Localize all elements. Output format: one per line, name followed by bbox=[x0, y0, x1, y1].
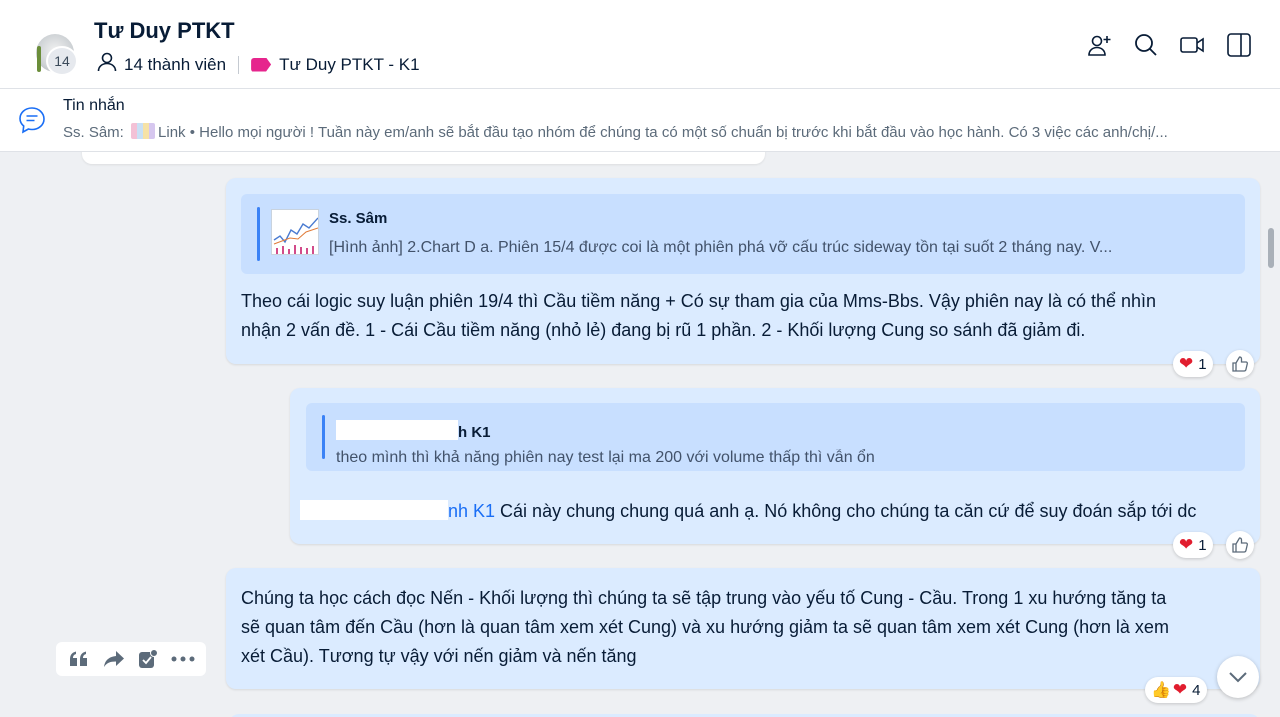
chevron-down-icon bbox=[1229, 672, 1247, 683]
create-task-icon[interactable] bbox=[135, 646, 161, 672]
message-text-line: Theo cái logic suy luận phiên 19/4 thì C… bbox=[241, 291, 1157, 311]
member-icon bbox=[96, 52, 124, 77]
sticker-icon bbox=[131, 123, 156, 139]
avatar-member-count: 14 bbox=[46, 46, 78, 76]
like-button[interactable] bbox=[1226, 350, 1254, 378]
message-text-line: xét Cầu). Tương tự vậy với nến giảm và n… bbox=[241, 646, 637, 666]
forward-icon[interactable] bbox=[101, 646, 127, 672]
quote-accent-bar bbox=[322, 415, 325, 459]
reaction-summary[interactable]: ❤ 1 bbox=[1173, 532, 1213, 558]
quote-sender-suffix: h K1 bbox=[458, 424, 491, 441]
divider bbox=[238, 55, 240, 74]
quote-sender: h K1 bbox=[336, 420, 491, 441]
search-icon[interactable] bbox=[1133, 32, 1159, 58]
message-action-bar bbox=[56, 642, 206, 676]
quote-text: theo mình thì khả năng phiên nay test lạ… bbox=[336, 449, 875, 466]
thumbs-up-icon bbox=[1232, 537, 1248, 553]
reaction-summary[interactable]: 👍 ❤ 4 bbox=[1145, 677, 1207, 703]
mention-link[interactable]: nh K1 bbox=[300, 500, 496, 521]
tag-icon bbox=[251, 57, 272, 72]
message-text: Cái này chung chung quá anh ạ. Nó không … bbox=[495, 501, 1197, 521]
message-text-line: sẽ quan tâm đến Cầu (hơn là quan tâm xem… bbox=[241, 617, 1169, 637]
message-bubble[interactable]: h K1 theo mình thì khả năng phiên nay te… bbox=[290, 388, 1260, 544]
pinned-title: Tin nhắn bbox=[63, 97, 125, 114]
quote-reply-icon[interactable] bbox=[66, 646, 92, 672]
video-call-icon[interactable] bbox=[1179, 32, 1205, 58]
thumbs-up-icon bbox=[1232, 356, 1248, 372]
quote-image-thumbnail bbox=[271, 209, 319, 255]
quoted-message[interactable]: Ss. Sâm [Hình ảnh] 2.Chart D a. Phiên 15… bbox=[241, 194, 1245, 274]
thumbs-up-reaction-icon: 👍 bbox=[1151, 682, 1171, 699]
pinned-message-bar[interactable]: Tin nhắn Ss. Sâm: Link • Hello mọi người… bbox=[0, 89, 1280, 152]
scrollbar-thumb[interactable] bbox=[1268, 228, 1274, 268]
group-title[interactable]: Tư Duy PTKT bbox=[94, 18, 235, 44]
message-text-line: Chúng ta học cách đọc Nến - Khối lượng t… bbox=[241, 588, 1167, 608]
previous-message-bubble bbox=[82, 152, 765, 164]
reaction-count: 1 bbox=[1198, 536, 1207, 554]
message-text-line: nh K1 Cái này chung chung quá anh ạ. Nó … bbox=[300, 497, 1196, 526]
chat-header: 14 Tư Duy PTKT 14 thành viên Tư Duy PTKT… bbox=[0, 0, 1280, 89]
scroll-to-bottom-button[interactable] bbox=[1217, 656, 1259, 698]
more-options-icon[interactable] bbox=[170, 646, 196, 672]
quote-sender: Ss. Sâm bbox=[329, 210, 388, 227]
pinned-text: Hello mọi người ! Tuần này em/anh sẽ bắt… bbox=[199, 124, 1168, 141]
message-bubble[interactable]: Chúng ta học cách đọc Nến - Khối lượng t… bbox=[226, 568, 1260, 689]
tag-label: Tư Duy PTKT - K1 bbox=[279, 54, 420, 74]
redacted-name bbox=[300, 500, 448, 520]
message-bubble[interactable]: Ss. Sâm [Hình ảnh] 2.Chart D a. Phiên 15… bbox=[226, 178, 1260, 364]
pinned-link-label: Link bbox=[158, 124, 186, 141]
quote-text: [Hình ảnh] 2.Chart D a. Phiên 15/4 được … bbox=[329, 239, 1113, 256]
quoted-message[interactable]: h K1 theo mình thì khả năng phiên nay te… bbox=[306, 403, 1245, 471]
group-avatar[interactable]: 14 bbox=[32, 34, 78, 80]
like-button[interactable] bbox=[1226, 531, 1254, 559]
message-text-line: nhận 2 vấn đề. 1 - Cái Cầu tiềm năng (nh… bbox=[241, 320, 1086, 340]
reaction-count: 1 bbox=[1198, 355, 1207, 373]
add-member-icon[interactable] bbox=[1087, 32, 1113, 58]
heart-icon: ❤ bbox=[1172, 680, 1188, 699]
redacted-name bbox=[336, 420, 458, 440]
reaction-summary[interactable]: ❤ 1 bbox=[1173, 351, 1213, 377]
avatar-accent bbox=[37, 46, 41, 72]
sidebar-toggle-icon[interactable] bbox=[1226, 32, 1252, 58]
heart-icon: ❤ bbox=[1179, 354, 1194, 373]
group-meta: 14 thành viên Tư Duy PTKT - K1 bbox=[96, 52, 420, 77]
pinned-sender: Ss. Sâm: bbox=[63, 124, 124, 141]
group-tag[interactable]: Tư Duy PTKT - K1 bbox=[251, 54, 420, 75]
message-bubble-icon bbox=[17, 105, 47, 140]
member-count-label[interactable]: 14 thành viên bbox=[124, 55, 226, 75]
mention-suffix: nh K1 bbox=[448, 501, 496, 521]
pinned-preview: Ss. Sâm: Link • Hello mọi người ! Tuần n… bbox=[63, 123, 1168, 141]
heart-icon: ❤ bbox=[1179, 535, 1194, 554]
message-list[interactable]: Ss. Sâm [Hình ảnh] 2.Chart D a. Phiên 15… bbox=[0, 152, 1280, 717]
reaction-count: 4 bbox=[1192, 681, 1201, 699]
quote-accent-bar bbox=[257, 207, 260, 261]
